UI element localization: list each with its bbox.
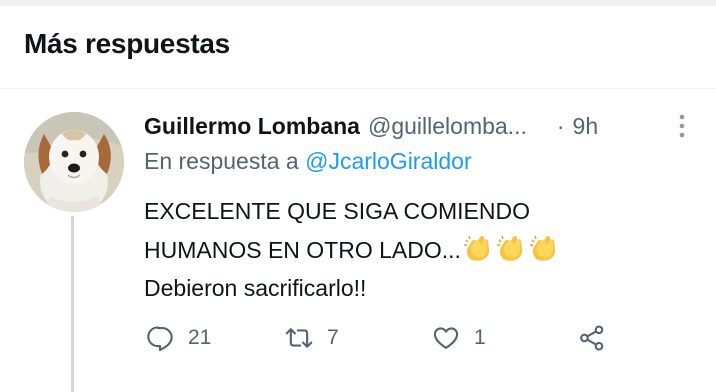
share-icon — [580, 325, 604, 351]
clapping-hands-emoji-icon — [462, 233, 494, 263]
retweet-icon — [285, 328, 313, 348]
retweet-count: 7 — [327, 326, 339, 349]
reply-prefix: En respuesta a — [144, 148, 299, 174]
thread-line — [71, 216, 74, 392]
section-title: Más respuestas — [24, 28, 230, 59]
more-options-icon[interactable] — [674, 112, 690, 140]
heart-icon — [433, 327, 459, 349]
separator-dot: · — [556, 112, 565, 139]
retweet-button[interactable]: 7 — [285, 324, 339, 352]
author-handle[interactable]: @guillelomba... — [368, 113, 527, 140]
tweet-actions: 21 7 1 — [0, 318, 716, 358]
tweet-text-line: Debieron sacrificarlo!! — [144, 275, 367, 301]
reply-button[interactable]: 21 — [146, 324, 211, 352]
timestamp[interactable]: 9h — [573, 113, 599, 140]
section-divider — [0, 88, 716, 89]
reply-count: 21 — [188, 326, 212, 349]
tweet-text-line: EXCELENTE QUE SIGA COMIENDO — [144, 198, 530, 224]
clapping-hands-emoji-icon — [495, 233, 527, 263]
avatar[interactable] — [24, 112, 124, 212]
author-name[interactable]: Guillermo Lombana — [144, 113, 360, 140]
reply-context: En respuesta a @JcarloGiraldor — [144, 148, 472, 175]
reply-to-handle[interactable]: @JcarloGiraldor — [305, 148, 472, 174]
tweet-text-line-with-emoji: HUMANOS EN OTRO LADO... — [144, 231, 664, 270]
clapping-hands-emoji-icon — [528, 233, 560, 263]
like-count: 1 — [474, 326, 486, 349]
top-divider — [0, 0, 716, 6]
dog-avatar-image — [24, 112, 124, 212]
like-button[interactable]: 1 — [432, 324, 486, 352]
tweet-text: EXCELENTE QUE SIGA COMIENDO HUMANOS EN O… — [144, 192, 664, 308]
share-button[interactable] — [578, 324, 606, 352]
reply-icon — [147, 326, 173, 352]
tweet-text-line: HUMANOS EN OTRO LADO... — [144, 236, 461, 263]
tweet-header: Guillermo Lombana @guillelomba... · 9h — [144, 109, 598, 143]
